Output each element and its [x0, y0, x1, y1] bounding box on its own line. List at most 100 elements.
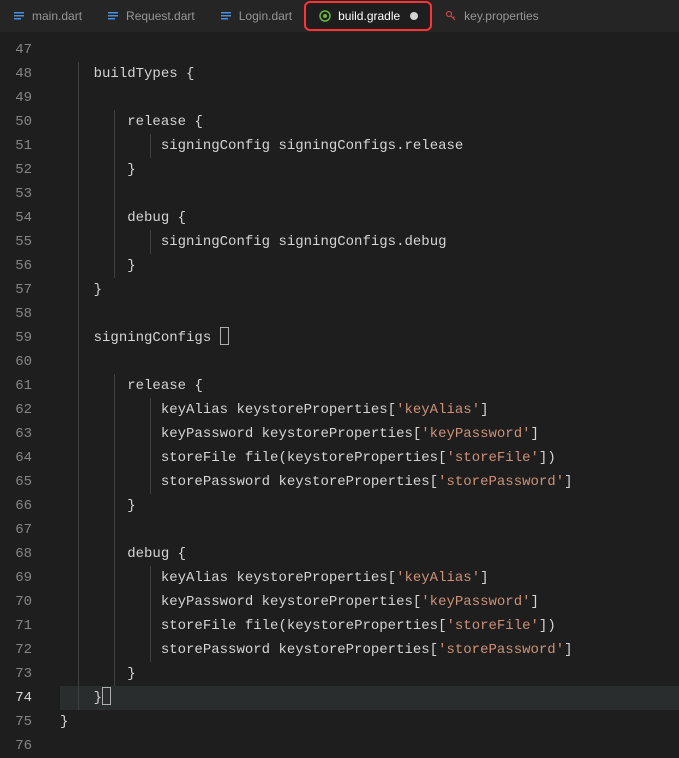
code-line[interactable]	[60, 38, 679, 62]
indent-guide	[114, 662, 115, 686]
line-number: 66	[0, 494, 32, 518]
line-number: 70	[0, 590, 32, 614]
indent-guide	[78, 278, 79, 302]
indent-guide	[78, 542, 79, 566]
code-line[interactable]: }	[60, 662, 679, 686]
code-line[interactable]: signingConfigs	[60, 326, 679, 350]
indent-guide	[114, 230, 115, 254]
indent-guide	[150, 446, 151, 470]
indent-guide	[78, 446, 79, 470]
indent-guide	[78, 494, 79, 518]
indent-guide	[78, 686, 79, 710]
indent-guide	[78, 374, 79, 398]
line-number: 54	[0, 206, 32, 230]
code-line[interactable]	[60, 182, 679, 206]
line-number: 47	[0, 38, 32, 62]
indent-guide	[114, 446, 115, 470]
indent-guide	[78, 398, 79, 422]
indent-guide	[78, 422, 79, 446]
code-line[interactable]: release {	[60, 110, 679, 134]
line-number: 60	[0, 350, 32, 374]
line-number: 73	[0, 662, 32, 686]
line-number: 69	[0, 566, 32, 590]
code-line[interactable]: }	[60, 494, 679, 518]
indent-guide	[114, 590, 115, 614]
dart-file-icon	[106, 9, 120, 23]
code-text: signingConfigs	[60, 330, 229, 346]
code-line[interactable]: storePassword keystoreProperties['storeP…	[60, 470, 679, 494]
indent-guide	[78, 206, 79, 230]
code-line[interactable]: signingConfig signingConfigs.debug	[60, 230, 679, 254]
code-area[interactable]: buildTypes { release { signingConfig sig…	[42, 32, 679, 740]
tab-key-properties[interactable]: key.properties	[432, 0, 550, 32]
code-text: keyPassword keystoreProperties['keyPassw…	[60, 594, 539, 610]
indent-guide	[114, 614, 115, 638]
code-line[interactable]: storeFile file(keystoreProperties['store…	[60, 446, 679, 470]
code-text	[60, 522, 127, 538]
code-line[interactable]	[60, 302, 679, 326]
cursor	[220, 327, 229, 345]
indent-guide	[150, 614, 151, 638]
line-number: 71	[0, 614, 32, 638]
code-line[interactable]: buildTypes {	[60, 62, 679, 86]
indent-guide	[78, 470, 79, 494]
line-number: 59	[0, 326, 32, 350]
code-line[interactable]	[60, 350, 679, 374]
line-number: 63	[0, 422, 32, 446]
indent-guide	[114, 134, 115, 158]
tab-build-gradle[interactable]: build.gradle	[304, 1, 432, 31]
code-line[interactable]: }	[60, 710, 679, 734]
code-line[interactable]: release {	[60, 374, 679, 398]
code-line[interactable]	[60, 518, 679, 542]
code-line[interactable]: storePassword keystoreProperties['storeP…	[60, 638, 679, 662]
code-line[interactable]: keyPassword keystoreProperties['keyPassw…	[60, 422, 679, 446]
code-line[interactable]: debug {	[60, 542, 679, 566]
code-line[interactable]: storeFile file(keystoreProperties['store…	[60, 614, 679, 638]
indent-guide	[114, 422, 115, 446]
indent-guide	[114, 518, 115, 542]
code-text	[60, 90, 94, 106]
code-line[interactable]: signingConfig signingConfigs.release	[60, 134, 679, 158]
line-number: 52	[0, 158, 32, 182]
line-number: 53	[0, 182, 32, 206]
tab-Login-dart[interactable]: Login.dart	[207, 0, 304, 32]
code-text: }	[60, 162, 136, 178]
line-number: 48	[0, 62, 32, 86]
indent-guide	[114, 254, 115, 278]
code-text: storeFile file(keystoreProperties['store…	[60, 450, 556, 466]
line-number: 61	[0, 374, 32, 398]
indent-guide	[78, 62, 79, 86]
code-text: storePassword keystoreProperties['storeP…	[60, 642, 573, 658]
code-line[interactable]: }	[60, 278, 679, 302]
code-line[interactable]	[60, 734, 679, 758]
code-line[interactable]: keyPassword keystoreProperties['keyPassw…	[60, 590, 679, 614]
indent-guide	[150, 590, 151, 614]
code-text	[60, 354, 94, 370]
tab-label: build.gradle	[338, 9, 400, 23]
code-line[interactable]: }	[60, 254, 679, 278]
tab-Request-dart[interactable]: Request.dart	[94, 0, 207, 32]
code-line[interactable]: keyAlias keystoreProperties['keyAlias']	[60, 398, 679, 422]
indent-guide	[150, 398, 151, 422]
code-text: keyAlias keystoreProperties['keyAlias']	[60, 402, 489, 418]
code-text: }	[60, 690, 111, 706]
indent-guide	[114, 542, 115, 566]
indent-guide	[78, 638, 79, 662]
code-text: signingConfig signingConfigs.debug	[60, 234, 447, 250]
code-line[interactable]: keyAlias keystoreProperties['keyAlias']	[60, 566, 679, 590]
code-line[interactable]	[60, 86, 679, 110]
code-text	[60, 186, 127, 202]
indent-guide	[150, 134, 151, 158]
indent-guide	[114, 206, 115, 230]
line-number: 56	[0, 254, 32, 278]
line-number: 72	[0, 638, 32, 662]
line-number: 64	[0, 446, 32, 470]
code-line[interactable]: }	[60, 158, 679, 182]
code-text: release {	[60, 378, 203, 394]
code-line[interactable]: }	[60, 686, 679, 710]
tab-main-dart[interactable]: main.dart	[0, 0, 94, 32]
cursor	[102, 687, 111, 705]
line-number: 76	[0, 734, 32, 758]
tab-label: Request.dart	[126, 9, 195, 23]
code-line[interactable]: debug {	[60, 206, 679, 230]
